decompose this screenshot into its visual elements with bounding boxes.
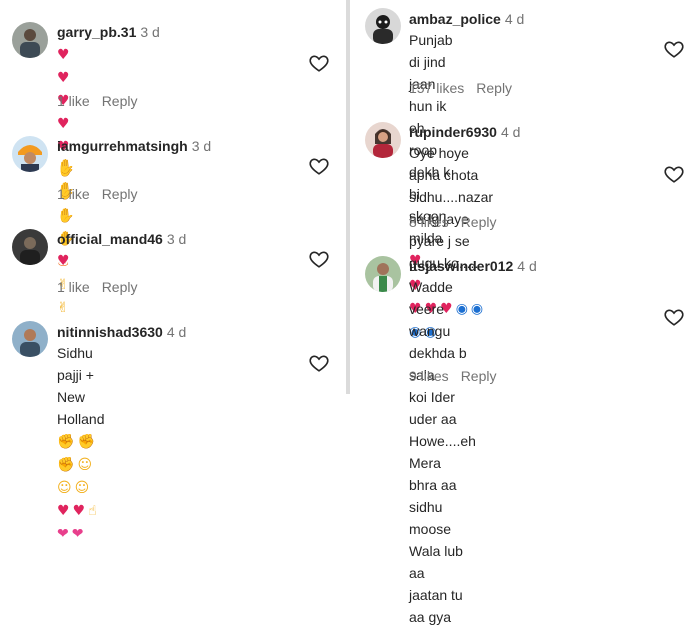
comment-body-line: koi Ider uder aa Howe....eh Mera — [409, 389, 476, 471]
flexed-biceps-emoji-icon: ✊ — [57, 434, 75, 450]
timestamp: 4 d — [504, 11, 525, 27]
comments-column-left: garry_pb.31 3 d ♥♥♥♥♥✋✋✋✋♨✌ ✌ 1 like Reply… — [0, 0, 346, 542]
comment-meta: 1 like Reply — [57, 186, 137, 202]
avatar[interactable] — [12, 136, 48, 172]
heart-outline-icon[interactable] — [308, 52, 330, 74]
comment-header: iamgurrehmatsingh 3 d — [57, 138, 211, 154]
username[interactable]: rupinder6930 — [409, 124, 497, 140]
reply-button[interactable]: Reply — [461, 214, 497, 230]
timestamp: 3 d — [166, 231, 187, 247]
username[interactable]: official_mand46 — [57, 231, 163, 247]
likes-count[interactable]: 9 likes — [409, 368, 449, 384]
reply-button[interactable]: Reply — [102, 93, 138, 109]
comment-header: itsjaswinder012 4 d — [409, 258, 537, 274]
raise-hands-emoji-icon: ✌ — [57, 300, 69, 316]
comment-meta: 1 like Reply — [57, 93, 137, 109]
comment-text: ♥ — [57, 249, 73, 272]
sunglasses-face-emoji-icon: ☺ — [74, 480, 90, 496]
timestamp: 4 d — [166, 324, 187, 340]
comment-text: Sidhu pajji + New Holland ✊ ✊ ✊ ☺☺ ☺♥ ♥ ☝❤ ❤ — [57, 342, 104, 545]
heart-emoji-icon: ♥ — [57, 253, 70, 269]
reply-button[interactable]: Reply — [102, 279, 138, 295]
heart-emoji-icon: ♥ — [57, 70, 70, 86]
avatar[interactable] — [365, 8, 401, 44]
comment-header: official_mand46 3 d — [57, 231, 186, 247]
heart-gift-emoji-icon: ❤ — [71, 526, 84, 542]
comment-header: nitinnishad3630 4 d — [57, 324, 186, 340]
thumbs-up-emoji-icon: ☝ — [88, 503, 97, 519]
avatar[interactable] — [365, 256, 401, 292]
reply-button[interactable]: Reply — [102, 186, 138, 202]
heart-emoji-icon: ♥ — [57, 116, 70, 132]
timestamp: 3 d — [140, 24, 160, 40]
comment-meta: 157 likes Reply — [409, 80, 512, 96]
timestamp: 3 d — [191, 138, 212, 154]
comment-body-line: bhra aa sidhu moose Wala lub aa — [409, 477, 463, 581]
heart-emoji-icon: ♥ — [57, 47, 70, 63]
username[interactable]: nitinnishad3630 — [57, 324, 163, 340]
heart-outline-icon[interactable] — [308, 155, 330, 177]
likes-count[interactable]: 1 like — [57, 186, 90, 202]
comment-meta: 1 like Reply — [57, 279, 137, 295]
username[interactable]: iamgurrehmatsingh — [57, 138, 188, 154]
comment-header: garry_pb.31 3 d — [57, 24, 160, 40]
heart-gift-emoji-icon: ❤ — [57, 526, 69, 542]
clap-emoji-icon: ✋ — [57, 159, 75, 175]
username[interactable]: garry_pb.31 — [57, 24, 136, 40]
likes-count[interactable]: 1 like — [57, 93, 90, 109]
comment-body-line: jaatan tu aa gya — [409, 587, 463, 625]
comment-meta: 8 likes Reply — [409, 214, 496, 230]
avatar[interactable] — [12, 321, 48, 357]
heart-outline-icon[interactable] — [308, 248, 330, 270]
comment-header: rupinder6930 4 d — [409, 124, 520, 140]
likes-count[interactable]: 1 like — [57, 279, 90, 295]
comment-body-line: Oye hoye apna chota sidhu....nazar — [409, 145, 494, 205]
heart-outline-icon[interactable] — [663, 163, 685, 185]
heart-emoji-icon: ♥ — [57, 503, 70, 519]
reply-button[interactable]: Reply — [476, 80, 512, 96]
likes-count[interactable]: 157 likes — [409, 80, 464, 96]
heart-outline-icon[interactable] — [663, 38, 685, 60]
heart-outline-icon[interactable] — [308, 352, 330, 374]
avatar[interactable] — [12, 229, 48, 265]
likes-count[interactable]: 8 likes — [409, 214, 449, 230]
heart-emoji-icon: ♥ — [72, 503, 86, 519]
avatar[interactable] — [12, 22, 48, 58]
comment-text: Wadde veere wangu dekhda b sala koi Ider… — [409, 276, 476, 628]
comment-body: Sidhu pajji + New Holland — [57, 345, 105, 427]
clap-emoji-icon: ✋ — [57, 208, 75, 224]
username[interactable]: itsjaswinder012 — [409, 258, 513, 274]
reply-button[interactable]: Reply — [461, 368, 497, 384]
sunglasses-face-emoji-icon: ☺ — [77, 457, 93, 473]
heart-outline-icon[interactable] — [663, 306, 685, 328]
flexed-biceps-emoji-icon: ✊ — [57, 457, 75, 473]
comments-screenshot: garry_pb.31 3 d ♥♥♥♥♥✋✋✋✋♨✌ ✌ 1 like Reply… — [0, 0, 700, 625]
timestamp: 4 d — [500, 124, 521, 140]
timestamp: 4 d — [517, 258, 537, 274]
sunglasses-face-emoji-icon: ☺ — [57, 480, 72, 496]
avatar[interactable] — [365, 122, 401, 158]
comment-meta: 9 likes Reply — [409, 368, 496, 384]
comments-column-right: ambaz_police 4 d Punjab di jind jaan hun … — [350, 0, 700, 625]
username[interactable]: ambaz_police — [409, 11, 501, 27]
comment-header: ambaz_police 4 d — [409, 11, 524, 27]
flexed-biceps-emoji-icon: ✊ — [77, 434, 95, 450]
